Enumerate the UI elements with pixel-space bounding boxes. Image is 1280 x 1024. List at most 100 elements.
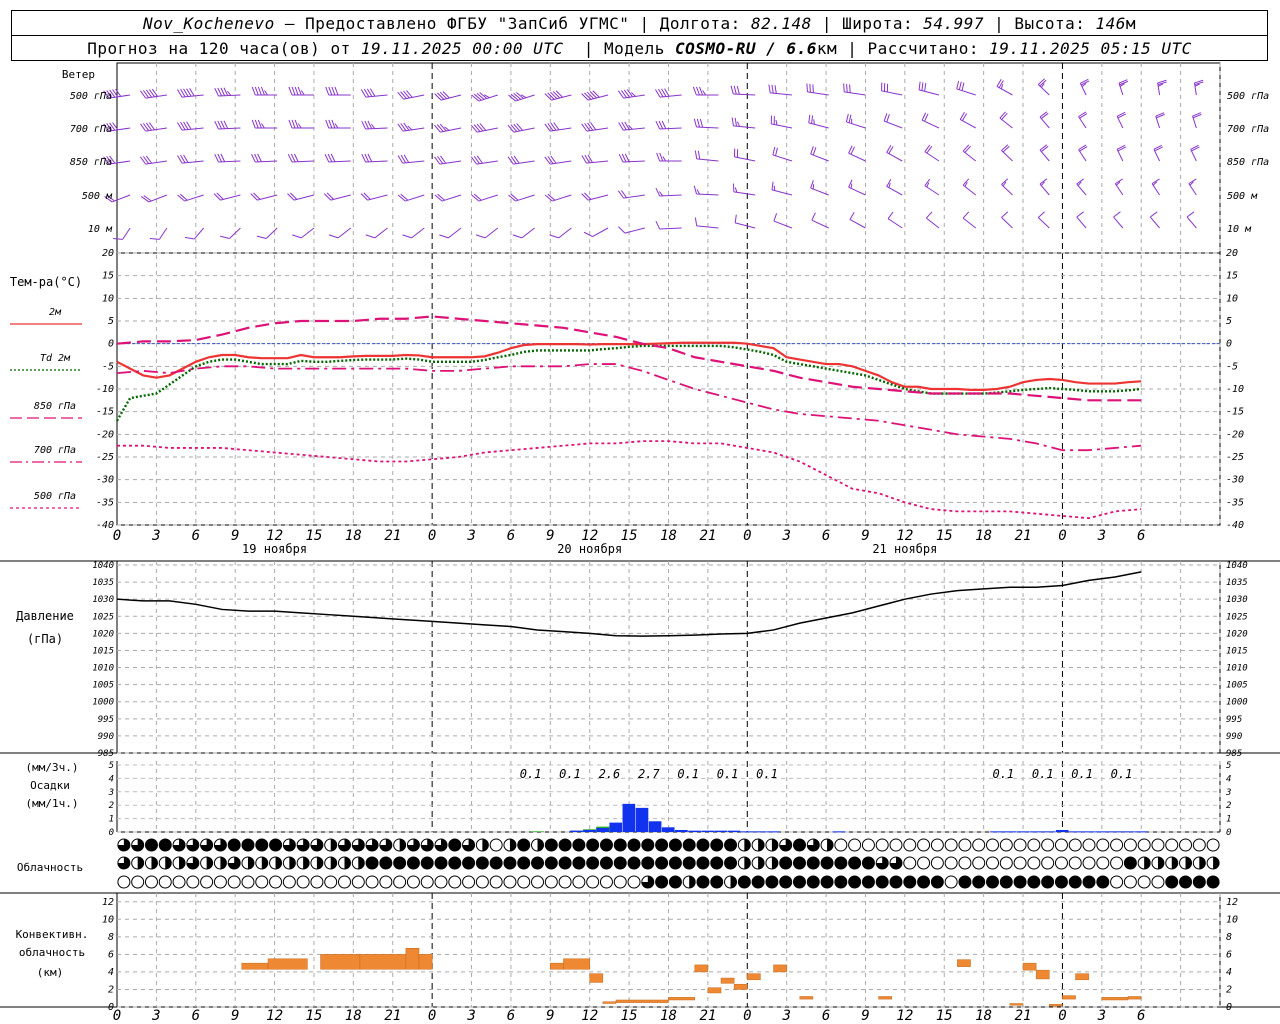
wind-barb [1188, 178, 1197, 196]
wind-barb [1001, 211, 1013, 229]
wind-flag [1001, 112, 1008, 120]
cloud-symbol [1041, 838, 1055, 852]
cloud-symbol [241, 856, 255, 870]
cloud-symbol [420, 838, 434, 852]
cloud-symbol [724, 838, 738, 852]
wind-barb [694, 217, 719, 229]
cloud-circle [917, 856, 931, 870]
wind-flag [434, 124, 441, 133]
temp-tick-left: -5 [102, 361, 114, 372]
wind-barb [1001, 178, 1013, 196]
precip-3h-sum: 0.1 [520, 767, 542, 781]
wind-flag [140, 196, 150, 203]
cloud-symbol [724, 875, 738, 889]
wind-staff [846, 121, 866, 129]
cloud-symbol [269, 856, 283, 870]
conv-tick-right: 8 [1226, 932, 1232, 943]
cloud-circle [586, 875, 600, 889]
wind-level-right: 10 м [1227, 224, 1252, 235]
cloud-circle [1054, 856, 1068, 870]
cloud-symbol [448, 856, 462, 870]
cloud-circle [531, 875, 545, 889]
wind-staff [558, 227, 572, 239]
cloud-symbol [1013, 856, 1027, 870]
cloud-symbol [379, 838, 393, 852]
wind-staff [696, 193, 719, 196]
conv-bar [773, 964, 787, 973]
cloud-symbol [737, 856, 751, 870]
wind-flag [510, 93, 519, 101]
precip-3h-sum: 2.7 [638, 767, 660, 781]
wind-barb [1079, 78, 1090, 96]
wind-flag [113, 237, 123, 240]
x-tick-label-mid: 9 [861, 528, 869, 544]
conv-bar [720, 977, 735, 984]
cloud-half [537, 839, 544, 851]
wind-flag [254, 86, 259, 96]
wind-level-left: 500 гПа [70, 91, 112, 102]
precip-hourly-bar [1108, 831, 1122, 833]
cloud-symbol [903, 875, 917, 889]
precip-hourly-bar [596, 827, 609, 832]
cloud-half [275, 857, 282, 869]
wind-staff [771, 123, 793, 129]
cloud-symbol [531, 838, 545, 852]
wind-flag [261, 123, 265, 129]
wind-staff [962, 184, 977, 196]
cloud-symbol [1192, 838, 1206, 852]
cloud-circle [668, 875, 682, 889]
cloud-circle [158, 838, 172, 852]
wind-staff [513, 160, 535, 165]
wind-staff [1037, 217, 1050, 229]
wind-barb [1078, 111, 1088, 129]
conv-bar [563, 958, 590, 970]
cloud-symbol [144, 875, 158, 889]
conv-bar [602, 1001, 617, 1004]
cloud-symbol [172, 856, 186, 870]
cloud-circle [613, 856, 627, 870]
x-tick-label-bottom: 3 [781, 1008, 790, 1024]
precip-hourly-bar [609, 822, 623, 832]
conv-tick-right: 12 [1226, 897, 1238, 908]
cloud-circle [241, 875, 255, 889]
precip-3h-sum: 0.1 [1071, 767, 1093, 781]
cloud-symbol [282, 856, 296, 870]
cloud-symbol [792, 838, 806, 852]
wind-flag [334, 123, 339, 129]
wind-barb [397, 122, 425, 132]
wind-flag [1002, 145, 1010, 153]
cloud-symbol [1110, 838, 1124, 852]
wind-barb [1039, 144, 1050, 162]
cloud-circle [475, 856, 489, 870]
wind-barb [693, 118, 719, 129]
cloud-circle [1165, 838, 1179, 852]
wind-flag [331, 86, 336, 96]
wind-barb [926, 211, 940, 229]
wind-barb [361, 153, 388, 163]
wind-flag [692, 86, 697, 96]
wind-staff [772, 154, 793, 162]
wind-staff [592, 227, 609, 237]
wind-barb [806, 83, 829, 96]
x-tick-label-mid: 3 [151, 528, 160, 544]
wind-flag [325, 86, 330, 96]
wind-barb [770, 115, 793, 129]
precip-hourly-bar [990, 831, 1003, 833]
pressure-tick-right: 995 [1226, 715, 1242, 725]
cloud-circle [1013, 856, 1027, 870]
pressure-tick-left: 1015 [92, 646, 114, 656]
temp-tick-left: -15 [96, 407, 114, 418]
precip-tick-left: 1 [109, 815, 114, 825]
wind-barb [581, 122, 609, 132]
wind-flag [843, 83, 845, 92]
cloud-circle [792, 856, 806, 870]
cloud-circle [393, 856, 407, 870]
wind-barb [324, 153, 351, 163]
wind-flag [694, 150, 698, 159]
cloud-symbol [1068, 875, 1082, 889]
cloud-symbol [475, 856, 489, 870]
wind-staff [411, 227, 425, 239]
conv-bar [241, 962, 269, 970]
cloud-symbol [1110, 875, 1124, 889]
wind-flag [1076, 211, 1084, 218]
